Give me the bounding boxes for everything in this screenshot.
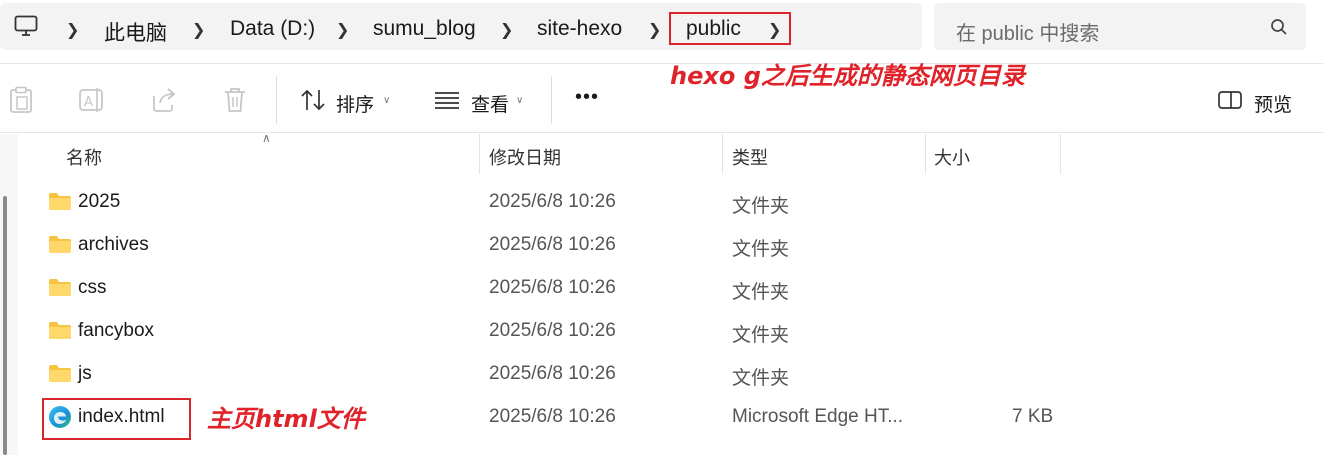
chevron-right-icon[interactable]: ❯ xyxy=(648,20,661,40)
breadcrumb-item-drive[interactable]: Data (D:) xyxy=(230,17,315,41)
column-divider[interactable] xyxy=(479,134,480,174)
file-modified: 2025/6/8 10:26 xyxy=(489,234,616,255)
search-box[interactable]: 在 public 中搜索 xyxy=(934,3,1306,50)
svg-text:A: A xyxy=(84,95,93,110)
file-type: 文件夹 xyxy=(732,239,790,260)
file-type: 文件夹 xyxy=(732,368,790,389)
column-divider[interactable] xyxy=(722,134,723,174)
file-type: 文件夹 xyxy=(732,196,790,217)
file-row[interactable]: 2025 2025/6/8 10:26 文件夹 xyxy=(30,181,1060,224)
file-name[interactable]: css xyxy=(78,277,107,299)
chevron-right-icon[interactable]: ❯ xyxy=(500,20,513,40)
folder-icon xyxy=(48,192,72,216)
search-icon[interactable] xyxy=(1270,18,1288,41)
delete-icon[interactable] xyxy=(222,86,248,119)
folder-icon xyxy=(48,278,72,302)
share-icon[interactable] xyxy=(150,86,178,119)
breadcrumb-item-this-pc[interactable]: 此电脑 xyxy=(104,17,167,47)
sort-icon[interactable] xyxy=(300,88,326,117)
index-highlight-box xyxy=(42,398,191,440)
file-type: 文件夹 xyxy=(732,325,790,346)
file-modified: 2025/6/8 10:26 xyxy=(489,363,616,384)
file-row[interactable]: css 2025/6/8 10:26 文件夹 xyxy=(30,267,1060,310)
sort-button[interactable]: 排序 xyxy=(336,90,374,117)
folder-icon xyxy=(48,321,72,345)
file-size: 7 KB xyxy=(1012,406,1054,427)
file-modified: 2025/6/8 10:26 xyxy=(489,191,616,212)
file-type: 文件夹 xyxy=(732,282,790,303)
file-row[interactable]: fancybox 2025/6/8 10:26 文件夹 xyxy=(30,310,1060,353)
chevron-down-icon[interactable]: ∨ xyxy=(383,95,390,106)
chevron-right-icon[interactable]: ❯ xyxy=(336,20,349,40)
column-divider[interactable] xyxy=(1060,134,1061,174)
annotation-index-note: 主页html文件 xyxy=(207,405,365,433)
file-modified: 2025/6/8 10:26 xyxy=(489,277,616,298)
folder-icon xyxy=(48,235,72,259)
command-bar: A 排序 ∨ 查看 ∨ ••• 预览 xyxy=(0,63,1323,133)
file-row[interactable]: js 2025/6/8 10:26 文件夹 xyxy=(30,353,1060,396)
file-row[interactable]: archives 2025/6/8 10:26 文件夹 xyxy=(30,224,1060,267)
scrollbar-thumb[interactable] xyxy=(3,196,7,455)
file-name[interactable]: js xyxy=(78,363,92,385)
more-options-button[interactable]: ••• xyxy=(575,86,599,109)
breadcrumb-item-sumu-blog[interactable]: sumu_blog xyxy=(373,17,476,41)
column-header-type[interactable]: 类型 xyxy=(732,134,768,174)
search-input[interactable]: 在 public 中搜索 xyxy=(956,17,1099,46)
column-divider[interactable] xyxy=(925,134,926,174)
file-name[interactable]: fancybox xyxy=(78,320,154,342)
file-type: Microsoft Edge HT... xyxy=(732,406,904,427)
folder-icon xyxy=(48,364,72,388)
toolbar-separator xyxy=(551,76,552,124)
preview-button[interactable]: 预览 xyxy=(1254,90,1292,117)
sort-ascending-icon: ∧ xyxy=(262,131,271,145)
chevron-right-icon[interactable]: ❯ xyxy=(192,20,205,40)
chevron-down-icon[interactable]: ∨ xyxy=(516,95,523,106)
annotation-public-note: hexo g之后生成的静态网页目录 xyxy=(670,62,1025,90)
view-button[interactable]: 查看 xyxy=(471,90,509,117)
chevron-right-icon[interactable]: ❯ xyxy=(66,20,79,40)
file-name[interactable]: 2025 xyxy=(78,191,120,213)
address-bar-row: ❯ 此电脑 ❯ Data (D:) ❯ sumu_blog ❯ site-hex… xyxy=(0,0,1323,62)
column-header-name[interactable]: 名称 xyxy=(66,134,102,174)
breadcrumb-item-site-hexo[interactable]: site-hexo xyxy=(537,17,622,41)
public-highlight-box xyxy=(669,12,791,45)
file-modified: 2025/6/8 10:26 xyxy=(489,320,616,341)
file-modified: 2025/6/8 10:26 xyxy=(489,406,616,427)
column-header-size[interactable]: 大小 xyxy=(934,134,970,174)
computer-icon[interactable] xyxy=(14,15,38,42)
preview-pane-icon[interactable] xyxy=(1218,91,1242,114)
toolbar-separator xyxy=(276,76,277,124)
file-name[interactable]: archives xyxy=(78,234,149,256)
view-icon[interactable] xyxy=(434,91,460,114)
column-header-modified[interactable]: 修改日期 xyxy=(489,134,561,174)
paste-icon[interactable] xyxy=(8,86,34,119)
rename-icon[interactable]: A xyxy=(78,86,106,119)
